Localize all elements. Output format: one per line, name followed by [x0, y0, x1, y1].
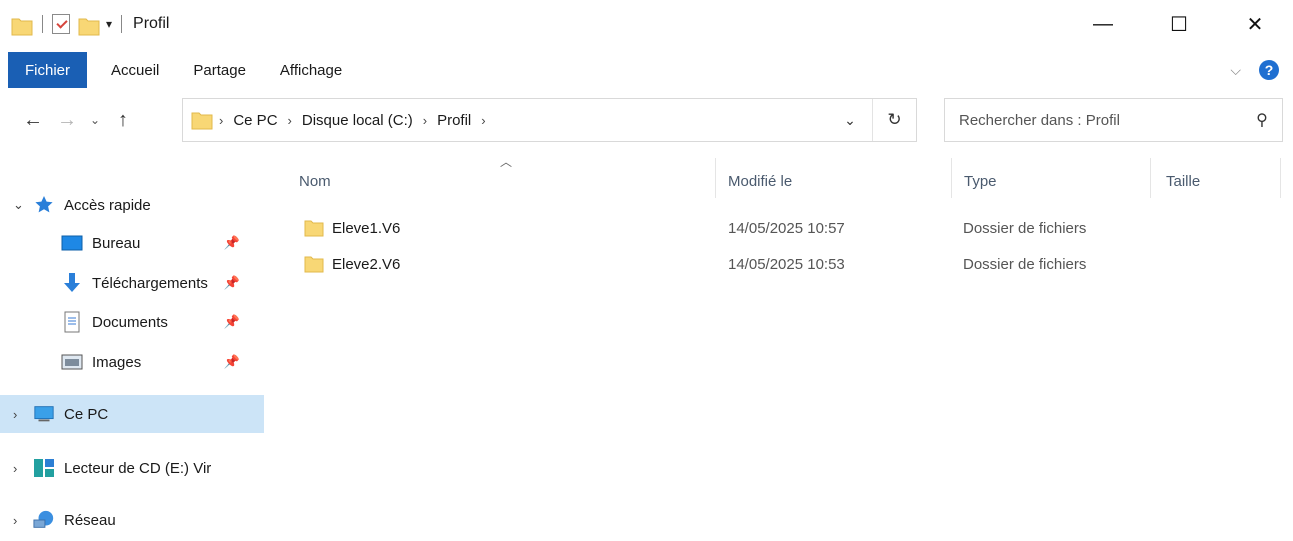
file-modified: 14/05/2025 10:57: [728, 219, 845, 237]
chevron-down-icon[interactable]: ⌄: [13, 197, 33, 213]
window-title: Profil: [133, 15, 170, 32]
toolbar-separator: [121, 15, 123, 33]
sidebar-item-label: Documents: [92, 313, 168, 331]
navigation-pane: ⌄ Accès rapide Bureau 📌 Téléchargements …: [0, 176, 264, 541]
download-icon: [61, 272, 83, 294]
recent-locations-icon[interactable]: ⌄: [84, 103, 106, 137]
chevron-right-icon[interactable]: ›: [481, 113, 485, 128]
address-bar[interactable]: › Ce PC › Disque local (C:) › Profil › ⌄…: [182, 98, 917, 142]
search-icon: ⚲: [1256, 112, 1268, 129]
pin-icon[interactable]: 📌: [224, 275, 240, 291]
table-row[interactable]: Eleve2.V6 14/05/2025 10:53 Dossier de fi…: [282, 246, 1282, 282]
cd-drive-icon: [33, 457, 55, 479]
chevron-right-icon[interactable]: ›: [13, 513, 33, 528]
sidebar-item-label: Lecteur de CD (E:) Vir: [64, 459, 212, 477]
pin-icon[interactable]: 📌: [224, 235, 240, 251]
file-type: Dossier de fichiers: [963, 255, 1087, 273]
sidebar-item-label: Images: [92, 353, 142, 371]
address-dropdown-icon[interactable]: ⌄: [828, 112, 872, 129]
toolbar-separator: [42, 15, 43, 33]
file-type: Dossier de fichiers: [963, 219, 1087, 237]
tab-partage[interactable]: Partage: [177, 53, 262, 87]
help-icon[interactable]: ?: [1259, 60, 1279, 80]
breadcrumb-disque-local[interactable]: Disque local (C:): [302, 112, 413, 129]
chevron-right-icon[interactable]: ›: [13, 407, 33, 422]
folder-icon: [191, 112, 213, 130]
sidebar-item-documents[interactable]: Documents 📌: [0, 303, 264, 341]
properties-icon[interactable]: [52, 14, 70, 34]
column-divider[interactable]: [1150, 158, 1151, 198]
chevron-right-icon[interactable]: ›: [423, 113, 427, 128]
column-header-type[interactable]: Type: [964, 162, 1144, 200]
column-divider[interactable]: [715, 158, 716, 198]
sidebar-item-reseau[interactable]: › Réseau: [0, 501, 264, 539]
column-divider[interactable]: [951, 158, 952, 198]
folder-icon: [304, 256, 324, 273]
maximize-button[interactable]: ☐: [1141, 0, 1217, 48]
pin-icon[interactable]: 📌: [224, 354, 240, 370]
title-bar: ▾ Profil — ☐ ✕: [0, 0, 1293, 48]
column-header-size[interactable]: Taille: [1166, 162, 1276, 200]
tab-accueil[interactable]: Accueil: [95, 53, 175, 87]
sidebar-item-label: Téléchargements: [92, 274, 208, 292]
folder-icon[interactable]: [11, 15, 33, 37]
search-placeholder: Rechercher dans : Profil: [959, 111, 1120, 129]
tab-fichier[interactable]: Fichier: [8, 52, 88, 88]
table-row[interactable]: Eleve1.V6 14/05/2025 10:57 Dossier de fi…: [282, 210, 1282, 246]
file-modified: 14/05/2025 10:53: [728, 255, 845, 273]
computer-icon: [33, 403, 55, 425]
up-button[interactable]: ↑: [106, 103, 140, 137]
minimize-button[interactable]: —: [1065, 0, 1141, 48]
sidebar-item-acces-rapide[interactable]: ⌄ Accès rapide: [0, 186, 264, 224]
breadcrumb-ce-pc[interactable]: Ce PC: [233, 112, 277, 129]
images-icon: [61, 351, 83, 373]
refresh-icon[interactable]: ↻: [872, 99, 916, 141]
new-folder-icon[interactable]: [78, 15, 100, 37]
navigation-bar: ← → ⌄ ↑ › Ce PC › Disque local (C:) › Pr…: [0, 98, 1293, 142]
sidebar-item-ce-pc[interactable]: › Ce PC: [0, 395, 264, 433]
column-divider[interactable]: [1280, 158, 1281, 198]
chevron-right-icon[interactable]: ›: [288, 113, 292, 128]
ribbon-tabs: Fichier Accueil Partage Affichage ⌵ ?: [0, 52, 1293, 88]
file-list: ︿ Nom Modifié le Type Taille Eleve1.V6 1…: [282, 150, 1293, 541]
folder-icon: [304, 220, 324, 237]
sidebar-item-images[interactable]: Images 📌: [0, 343, 264, 381]
sidebar-item-lecteur-cd[interactable]: › Lecteur de CD (E:) Vir: [0, 449, 264, 487]
sidebar-item-label: Accès rapide: [64, 196, 151, 214]
column-header-modified[interactable]: Modifié le: [728, 162, 938, 200]
file-name: Eleve2.V6: [332, 255, 401, 273]
search-input[interactable]: Rechercher dans : Profil ⚲: [944, 98, 1283, 142]
document-icon: [61, 311, 83, 333]
breadcrumb-profil[interactable]: Profil: [437, 112, 471, 129]
forward-button[interactable]: →: [50, 103, 84, 137]
tab-affichage[interactable]: Affichage: [264, 53, 358, 87]
customize-toolbar-icon[interactable]: ▾: [106, 17, 112, 31]
expand-ribbon-icon[interactable]: ⌵: [1230, 62, 1241, 79]
sidebar-item-label: Réseau: [64, 511, 116, 529]
file-name: Eleve1.V6: [332, 219, 401, 237]
sidebar-item-telechargements[interactable]: Téléchargements 📌: [0, 264, 264, 302]
close-button[interactable]: ✕: [1217, 0, 1293, 48]
sidebar-item-label: Bureau: [92, 234, 141, 252]
column-header-name[interactable]: Nom: [299, 162, 719, 200]
chevron-right-icon[interactable]: ›: [13, 461, 33, 476]
quick-access-toolbar: ▾: [0, 0, 131, 48]
star-icon: [33, 194, 55, 216]
pin-icon[interactable]: 📌: [224, 314, 240, 330]
chevron-right-icon[interactable]: ›: [219, 113, 223, 128]
back-button[interactable]: ←: [16, 103, 50, 137]
network-icon: [33, 509, 55, 531]
sidebar-item-bureau[interactable]: Bureau 📌: [0, 224, 264, 262]
sidebar-item-label: Ce PC: [64, 405, 109, 423]
desktop-icon: [61, 232, 83, 254]
